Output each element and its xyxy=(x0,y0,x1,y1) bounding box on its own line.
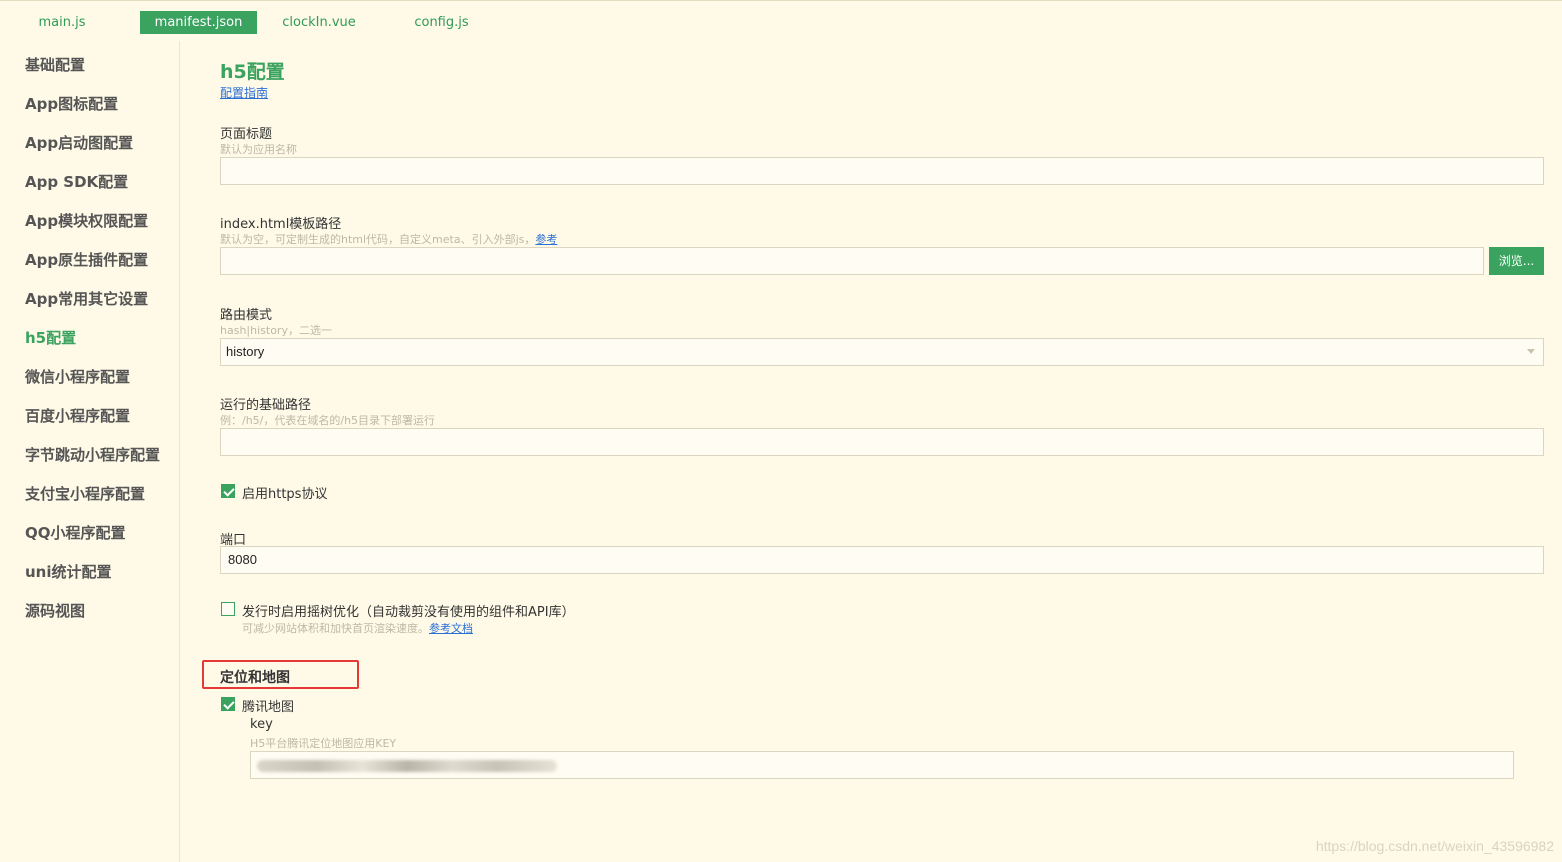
sidebar-item-alipay-mp[interactable]: 支付宝小程序配置 xyxy=(25,484,145,504)
config-guide-link[interactable]: 配置指南 xyxy=(220,84,268,101)
location-map-section-title: 定位和地图 xyxy=(220,670,290,686)
base-path-hint: 例：/h5/，代表在域名的/h5目录下部署运行 xyxy=(220,414,436,427)
sidebar-item-app-icon[interactable]: App图标配置 xyxy=(25,94,118,114)
https-checkbox-label: 启用https协议 xyxy=(242,487,328,502)
tab-main-js[interactable]: main.js xyxy=(28,11,96,34)
sidebar-item-app-native-plugins[interactable]: App原生插件配置 xyxy=(25,250,148,270)
page-title-field-hint: 默认为应用名称 xyxy=(220,143,297,156)
https-checkbox[interactable] xyxy=(221,484,235,498)
sidebar-item-baidu-mp[interactable]: 百度小程序配置 xyxy=(25,406,130,426)
sidebar-item-app-sdk[interactable]: App SDK配置 xyxy=(25,172,128,192)
treeshake-checkbox-label: 发行时启用摇树优化（自动裁剪没有使用的组件和API库） xyxy=(242,605,575,620)
template-path-hint: 默认为空，可定制生成的html代码，自定义meta、引入外部js，参考 xyxy=(220,231,557,247)
sidebar-item-qq-mp[interactable]: QQ小程序配置 xyxy=(25,523,126,543)
template-path-label: index.html模板路径 xyxy=(220,217,342,232)
map-key-input[interactable] xyxy=(250,751,1514,779)
template-path-hint-text: 默认为空，可定制生成的html代码，自定义meta、引入外部js， xyxy=(220,233,536,246)
browse-button[interactable]: 浏览... xyxy=(1489,247,1544,275)
base-path-input[interactable] xyxy=(220,428,1544,456)
watermark: https://blog.csdn.net/weixin_43596982 xyxy=(1315,838,1554,854)
sidebar-item-source-view[interactable]: 源码视图 xyxy=(25,601,85,621)
page-title-field-label: 页面标题 xyxy=(220,127,273,142)
editor-tab-bar: main.js manifest.json clockIn.vue config… xyxy=(0,1,1562,41)
template-path-reference-link[interactable]: 参考 xyxy=(535,233,557,246)
tab-clockin-vue[interactable]: clockIn.vue xyxy=(276,11,362,34)
tab-manifest-json[interactable]: manifest.json xyxy=(140,11,257,34)
sidebar-item-uni-stat[interactable]: uni统计配置 xyxy=(25,562,112,582)
router-mode-label: 路由模式 xyxy=(220,308,273,323)
router-mode-value: history xyxy=(226,344,265,359)
sidebar-item-app-splash[interactable]: App启动图配置 xyxy=(25,133,133,153)
tencent-map-checkbox-label: 腾讯地图 xyxy=(242,700,295,715)
page-title-input[interactable] xyxy=(220,157,1544,185)
sidebar-item-h5[interactable]: h5配置 xyxy=(25,328,76,348)
chevron-down-icon xyxy=(1527,349,1535,354)
sidebar-item-toutiao-mp[interactable]: 字节跳动小程序配置 xyxy=(25,445,160,465)
redacted-key-value xyxy=(257,760,557,772)
sidebar-item-app-modules[interactable]: App模块权限配置 xyxy=(25,211,148,231)
sidebar-item-weixin-mp[interactable]: 微信小程序配置 xyxy=(25,367,130,387)
treeshake-checkbox[interactable] xyxy=(221,602,235,616)
tencent-map-checkbox[interactable] xyxy=(221,697,235,711)
page-title: h5配置 xyxy=(220,61,285,83)
treeshake-hint-text: 可减少网站体积和加快首页渲染速度。 xyxy=(242,622,429,635)
tab-config-js[interactable]: config.js xyxy=(404,11,479,34)
sidebar: 基础配置 App图标配置 App启动图配置 App SDK配置 App模块权限配… xyxy=(0,41,180,862)
treeshake-reference-link[interactable]: 参考文档 xyxy=(429,622,473,635)
router-mode-select[interactable]: history xyxy=(220,338,1544,366)
treeshake-hint: 可减少网站体积和加快首页渲染速度。参考文档 xyxy=(242,620,473,636)
map-key-label: key xyxy=(250,717,273,732)
h5-config-panel: h5配置 配置指南 页面标题 默认为应用名称 index.html模板路径 默认… xyxy=(180,41,1562,862)
router-mode-hint: hash|history，二选一 xyxy=(220,324,332,337)
template-path-input[interactable] xyxy=(220,247,1484,275)
base-path-label: 运行的基础路径 xyxy=(220,398,312,413)
map-key-hint: H5平台腾讯定位地图应用KEY xyxy=(250,737,397,750)
port-input[interactable]: 8080 xyxy=(220,546,1544,574)
sidebar-item-basic[interactable]: 基础配置 xyxy=(25,55,85,75)
sidebar-item-app-other[interactable]: App常用其它设置 xyxy=(25,289,148,309)
